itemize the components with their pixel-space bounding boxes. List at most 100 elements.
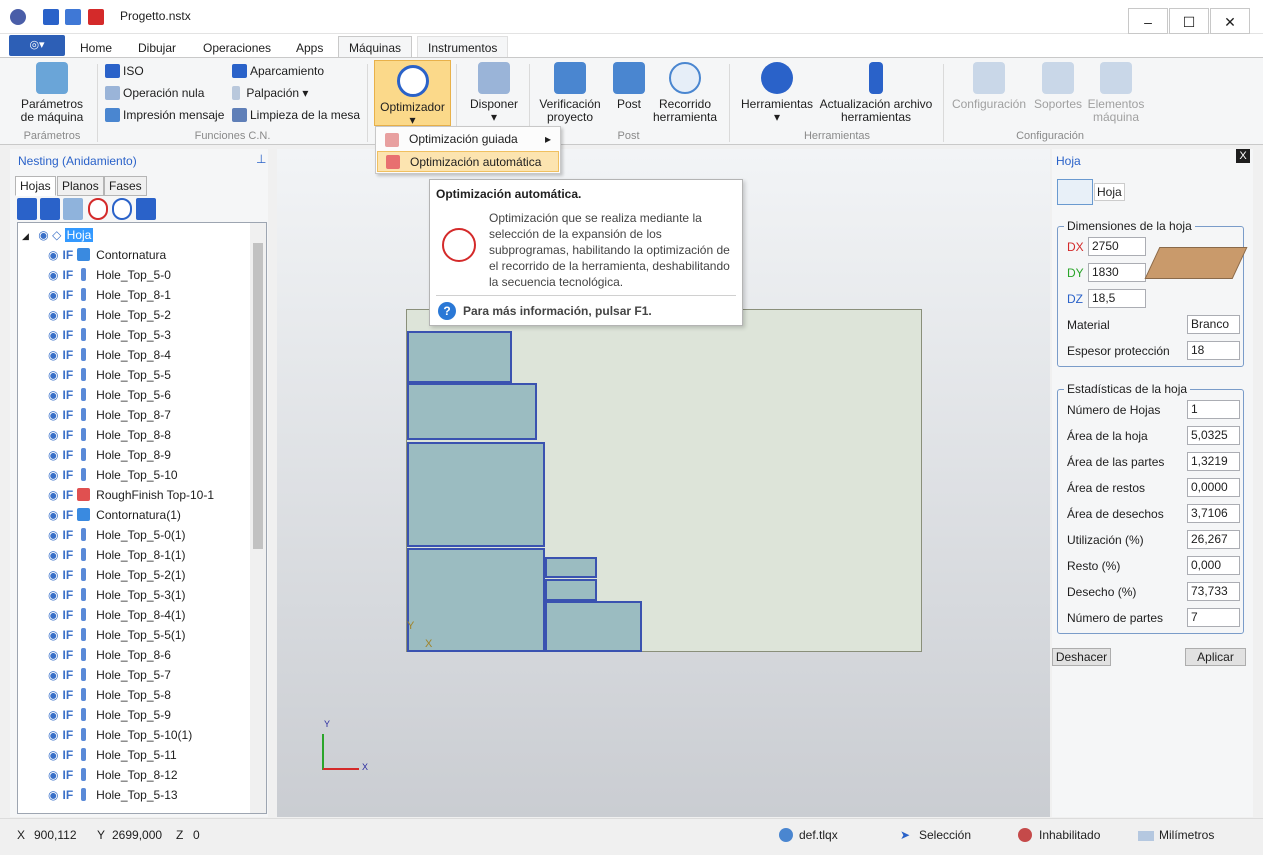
- menu-item-optimizacion-automatica[interactable]: Optimización automática: [377, 151, 559, 172]
- palpacion-button[interactable]: Palpación ▾: [232, 86, 308, 100]
- espesor-input[interactable]: 18: [1187, 341, 1240, 360]
- eye-icon[interactable]: ◉: [38, 228, 48, 242]
- close-button[interactable]: ✕: [1210, 8, 1250, 34]
- units-label[interactable]: Milímetros: [1159, 828, 1214, 842]
- nested-part[interactable]: [407, 383, 537, 440]
- tree-item[interactable]: ◉ IF Hole_Top_5-6: [48, 385, 266, 405]
- eye-icon[interactable]: ◉: [48, 768, 58, 782]
- eye-icon[interactable]: ◉: [48, 488, 58, 502]
- limpieza-mesa-button[interactable]: Limpieza de la mesa: [232, 108, 360, 122]
- tab-apps[interactable]: Apps: [285, 36, 334, 58]
- menu-item-optimizacion-guiada[interactable]: Optimización guiada ▸: [377, 129, 559, 150]
- material-input[interactable]: Branco: [1187, 315, 1240, 334]
- eye-icon[interactable]: ◉: [48, 468, 58, 482]
- tree-root[interactable]: ◢ ◉ ◇ Hoja: [22, 225, 257, 245]
- nested-part[interactable]: [545, 557, 597, 578]
- move-down-icon[interactable]: [40, 198, 60, 220]
- eye-icon[interactable]: ◉: [48, 368, 58, 382]
- eye-icon[interactable]: ◉: [48, 748, 58, 762]
- stat-value[interactable]: 26,267: [1187, 530, 1240, 549]
- eye-icon[interactable]: ◉: [48, 668, 58, 682]
- tree-item[interactable]: ◉ IF Hole_Top_5-2(1): [48, 565, 266, 585]
- tab-home[interactable]: Home: [69, 36, 123, 58]
- sheet-tree[interactable]: ◢ ◉ ◇ Hoja ◉ IF Contornatura ◉ IF Hole_Top_5-…: [17, 222, 267, 814]
- soportes-button[interactable]: Soportes: [1032, 62, 1084, 111]
- eye-icon[interactable]: ◉: [48, 788, 58, 802]
- tab-dibujar[interactable]: Dibujar: [127, 36, 187, 58]
- actualizacion-archivo-button[interactable]: Actualización archivo herramientas: [818, 62, 934, 124]
- deshacer-button[interactable]: Deshacer: [1052, 648, 1111, 666]
- verificacion-proyecto-button[interactable]: Verificación proyecto: [535, 62, 605, 124]
- disponer-button[interactable]: Disponer ▾: [463, 62, 525, 124]
- stat-value[interactable]: 7: [1187, 608, 1240, 627]
- stat-value[interactable]: 3,7106: [1187, 504, 1240, 523]
- close-panel-button[interactable]: X: [1236, 149, 1250, 163]
- minimize-button[interactable]: –: [1128, 8, 1168, 34]
- aplicar-button[interactable]: Aplicar: [1185, 648, 1246, 666]
- tree-item[interactable]: ◉ IF Hole_Top_5-10(1): [48, 725, 266, 745]
- eye-icon[interactable]: ◉: [48, 248, 58, 262]
- tree-item[interactable]: ◉ IF Hole_Top_5-11: [48, 745, 266, 765]
- move-up-icon[interactable]: [17, 198, 37, 220]
- tree-item[interactable]: ◉ IF Hole_Top_8-4: [48, 345, 266, 365]
- iso-button[interactable]: ISO: [105, 64, 144, 78]
- selection-mode-label[interactable]: Selección: [919, 828, 971, 842]
- tree-item[interactable]: ◉ IF Hole_Top_5-8: [48, 685, 266, 705]
- eye-icon[interactable]: ◉: [48, 308, 58, 322]
- tree-item[interactable]: ◉ IF Hole_Top_8-7: [48, 405, 266, 425]
- eye-icon[interactable]: ◉: [48, 588, 58, 602]
- delete-icon[interactable]: [136, 198, 156, 220]
- state-label[interactable]: Inhabilitado: [1039, 828, 1100, 842]
- tree-item[interactable]: ◉ IF Hole_Top_5-3(1): [48, 585, 266, 605]
- bulb-off-icon[interactable]: [88, 198, 108, 220]
- eye-icon[interactable]: ◉: [48, 528, 58, 542]
- eye-icon[interactable]: ◉: [48, 608, 58, 622]
- nested-part[interactable]: [545, 601, 642, 652]
- elementos-maquina-button[interactable]: Elementos máquina: [1086, 62, 1146, 124]
- tree-item[interactable]: ◉ IF Hole_Top_8-4(1): [48, 605, 266, 625]
- export-icon[interactable]: [88, 9, 104, 25]
- app-menu-button[interactable]: ◎▾: [9, 35, 65, 56]
- tree-item[interactable]: ◉ IF Hole_Top_8-6: [48, 645, 266, 665]
- eye-icon[interactable]: ◉: [48, 708, 58, 722]
- open-folder-icon[interactable]: [65, 9, 81, 25]
- stat-value[interactable]: 5,0325: [1187, 426, 1240, 445]
- eye-icon[interactable]: ◉: [48, 548, 58, 562]
- tree-item[interactable]: ◉ IF Hole_Top_8-12: [48, 765, 266, 785]
- tool-file-label[interactable]: def.tlqx: [799, 828, 838, 842]
- stat-value[interactable]: 1: [1187, 400, 1240, 419]
- dy-input[interactable]: 1830: [1088, 263, 1146, 282]
- optimizador-button[interactable]: Optimizador ▾: [374, 60, 451, 127]
- tree-item[interactable]: ◉ IF Hole_Top_5-5(1): [48, 625, 266, 645]
- eye-icon[interactable]: ◉: [48, 428, 58, 442]
- eye-icon[interactable]: ◉: [48, 288, 58, 302]
- eye-icon[interactable]: ◉: [48, 268, 58, 282]
- tree-item[interactable]: ◉ IF Hole_Top_5-10: [48, 465, 266, 485]
- eye-icon[interactable]: ◉: [48, 408, 58, 422]
- eye-icon[interactable]: ◉: [48, 728, 58, 742]
- tree-item[interactable]: ◉ IF Hole_Top_5-5: [48, 365, 266, 385]
- eye-icon[interactable]: ◉: [48, 508, 58, 522]
- tree-item[interactable]: ◉ IF Hole_Top_8-9: [48, 445, 266, 465]
- edit-icon[interactable]: [63, 198, 83, 220]
- eye-icon[interactable]: ◉: [48, 388, 58, 402]
- tab-hojas[interactable]: Hojas: [15, 176, 56, 196]
- pin-icon[interactable]: ⊥: [256, 152, 266, 166]
- parametros-maquina-button[interactable]: Parámetros de máquina: [13, 62, 91, 124]
- aparcamiento-button[interactable]: Aparcamiento: [232, 64, 324, 78]
- post-button[interactable]: Post: [609, 62, 649, 111]
- tab-fases[interactable]: Fases: [104, 176, 147, 196]
- tree-item[interactable]: ◉ IF Hole_Top_5-2: [48, 305, 266, 325]
- stat-value[interactable]: 73,733: [1187, 582, 1240, 601]
- eye-icon[interactable]: ◉: [48, 448, 58, 462]
- impresion-mensaje-button[interactable]: Impresión mensaje: [105, 108, 224, 122]
- herramientas-button[interactable]: Herramientas ▾: [738, 62, 816, 124]
- scrollbar[interactable]: [250, 223, 266, 813]
- tree-item[interactable]: ◉ IF Hole_Top_5-7: [48, 665, 266, 685]
- nesting-sheet[interactable]: Y X: [406, 309, 922, 652]
- scrollbar-thumb[interactable]: [253, 243, 263, 549]
- tab-operaciones[interactable]: Operaciones: [192, 36, 282, 58]
- bulb-on-icon[interactable]: [112, 198, 132, 220]
- dx-input[interactable]: 2750: [1088, 237, 1146, 256]
- maximize-button[interactable]: ☐: [1169, 8, 1209, 34]
